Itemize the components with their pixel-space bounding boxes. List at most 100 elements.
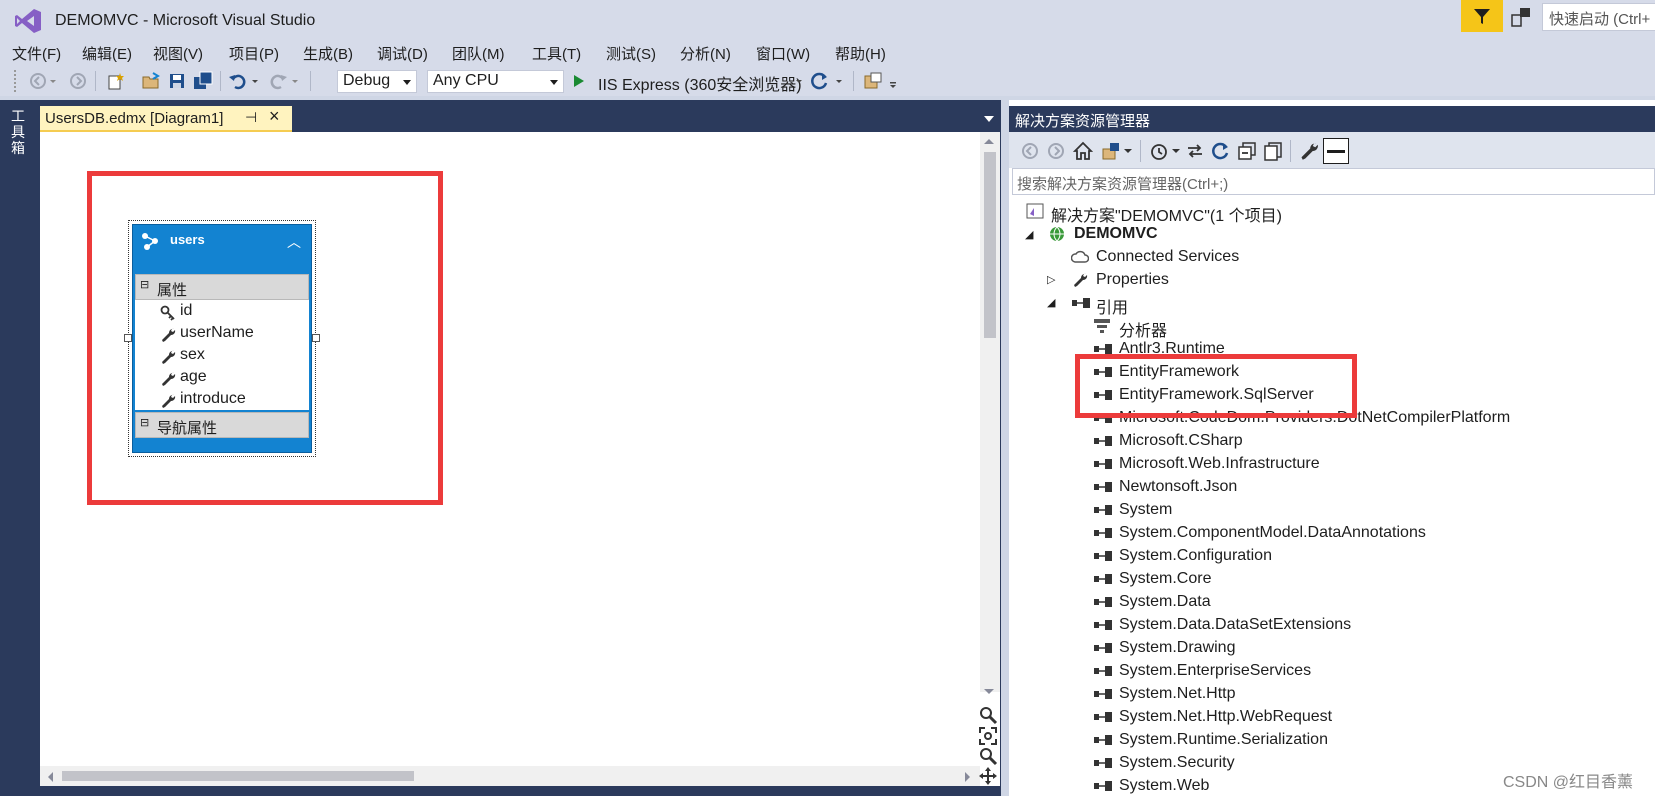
expanded-arrow-icon[interactable]: ◢ <box>1025 228 1033 241</box>
property-username[interactable]: userName <box>180 324 254 342</box>
refresh-browser-icon[interactable] <box>810 71 830 91</box>
preview-selected-items-button[interactable] <box>1323 138 1349 164</box>
sync-with-document-icon[interactable] <box>1185 141 1205 161</box>
start-debugging-icon[interactable] <box>572 71 586 91</box>
collapse-icon[interactable]: ⊟ <box>140 278 149 291</box>
toolbar-overflow-icon[interactable] <box>888 71 898 91</box>
menu-project[interactable]: 项目(P) <box>229 43 279 64</box>
menu-debug[interactable]: 调试(D) <box>377 43 428 64</box>
solution-explorer-search-input[interactable]: 搜索解决方案资源管理器(Ctrl+;) <box>1012 168 1655 195</box>
scroll-up-icon[interactable] <box>983 137 995 145</box>
scroll-down-icon[interactable] <box>983 688 995 696</box>
switch-views-icon[interactable] <box>1101 141 1121 161</box>
pin-icon[interactable]: ⊣ <box>245 109 257 126</box>
property-id[interactable]: id <box>180 302 192 320</box>
navigate-forward-icon[interactable] <box>68 71 88 91</box>
solution-platform-select[interactable]: Any CPU <box>427 70 564 93</box>
chevron-down-icon[interactable] <box>250 71 260 91</box>
find-in-files-icon[interactable] <box>863 71 883 91</box>
scroll-right-icon[interactable] <box>964 771 972 783</box>
collapse-icon[interactable]: ⊟ <box>140 416 149 429</box>
tree-item-solution[interactable]: 解决方案"DEMOMVC"(1 个项目) <box>1051 202 1282 226</box>
tree-item-reference[interactable]: System.Runtime.Serialization <box>1119 731 1328 749</box>
tree-item-reference[interactable]: System.Security <box>1119 754 1235 772</box>
tree-item-reference[interactable]: System <box>1119 501 1172 519</box>
expanded-arrow-icon[interactable]: ◢ <box>1047 296 1055 309</box>
tree-item-connected-services[interactable]: Connected Services <box>1096 248 1239 266</box>
feedback-icon[interactable] <box>1510 6 1532 28</box>
menu-tools[interactable]: 工具(T) <box>532 43 581 64</box>
tree-item-reference[interactable]: System.EnterpriseServices <box>1119 662 1311 680</box>
property-age[interactable]: age <box>180 368 207 386</box>
resize-handle-left[interactable] <box>124 334 132 342</box>
chevron-down-icon[interactable] <box>1171 146 1181 156</box>
menu-view[interactable]: 视图(V) <box>153 43 203 64</box>
menu-test[interactable]: 测试(S) <box>606 43 656 64</box>
open-file-icon[interactable] <box>141 71 161 91</box>
tree-item-analyzers[interactable]: 分析器 <box>1119 317 1167 341</box>
tree-item-reference[interactable]: System.Data <box>1119 593 1211 611</box>
tab-dropdown-icon[interactable] <box>984 116 994 122</box>
menu-help[interactable]: 帮助(H) <box>835 43 886 64</box>
tree-item-reference[interactable]: System.Net.Http.WebRequest <box>1119 708 1332 726</box>
menu-window[interactable]: 窗口(W) <box>756 43 810 64</box>
tree-item-reference[interactable]: Microsoft.CSharp <box>1119 432 1243 450</box>
show-all-files-icon[interactable] <box>1263 141 1283 161</box>
properties-wrench-icon[interactable] <box>1299 141 1319 161</box>
collapse-all-icon[interactable] <box>1237 141 1257 161</box>
toolbox-tab[interactable]: 工具箱 <box>11 108 27 156</box>
new-project-icon[interactable] <box>106 71 126 91</box>
tree-item-reference[interactable]: System.Web <box>1119 777 1209 795</box>
tree-item-reference[interactable]: System.Net.Http <box>1119 685 1235 703</box>
collapsed-arrow-icon[interactable]: ▷ <box>1047 273 1055 286</box>
refresh-icon[interactable] <box>1211 141 1231 161</box>
chevron-down-icon[interactable] <box>48 71 58 91</box>
property-introduce[interactable]: introduce <box>180 390 246 408</box>
navigation-properties-section[interactable]: ⊟ 导航属性 <box>135 412 309 438</box>
zoom-to-fit-icon[interactable] <box>978 726 998 746</box>
tree-item-reference[interactable]: System.Configuration <box>1119 547 1272 565</box>
redo-icon[interactable] <box>268 71 288 91</box>
home-icon[interactable] <box>1073 141 1093 161</box>
tree-item-project[interactable]: DEMOMVC <box>1074 225 1158 243</box>
vertical-scrollbar-thumb[interactable] <box>984 152 996 338</box>
tree-item-reference[interactable]: System.Core <box>1119 570 1211 588</box>
pan-icon[interactable] <box>978 766 998 786</box>
zoom-out-icon[interactable] <box>978 746 998 766</box>
navigate-forward-icon[interactable] <box>1047 142 1065 160</box>
chevron-down-icon[interactable] <box>290 71 300 91</box>
menu-edit[interactable]: 编辑(E) <box>82 43 132 64</box>
save-all-icon[interactable] <box>193 71 213 91</box>
menu-team[interactable]: 团队(M) <box>452 43 505 64</box>
resize-handle-right[interactable] <box>312 334 320 342</box>
tree-item-reference[interactable]: Newtonsoft.Json <box>1119 478 1237 496</box>
toolbar-grip[interactable] <box>14 70 18 92</box>
chevron-down-icon[interactable] <box>1123 146 1133 156</box>
zoom-in-icon[interactable] <box>978 705 998 725</box>
tab-usersdb-edmx[interactable]: UsersDB.edmx [Diagram1] ⊣ × <box>40 106 292 132</box>
properties-section[interactable]: ⊟ 属性 <box>135 274 309 300</box>
property-sex[interactable]: sex <box>180 346 205 364</box>
tree-item-reference[interactable]: System.ComponentModel.DataAnnotations <box>1119 524 1426 542</box>
scroll-left-icon[interactable] <box>46 771 54 783</box>
tree-item-reference[interactable]: System.Data.DataSetExtensions <box>1119 616 1351 634</box>
save-icon[interactable] <box>167 71 187 91</box>
horizontal-scrollbar-thumb[interactable] <box>62 771 414 781</box>
collapse-icon[interactable]: ︿ <box>287 232 301 252</box>
undo-icon[interactable] <box>228 71 248 91</box>
solution-config-select[interactable]: Debug <box>337 70 417 93</box>
start-debugging-button[interactable]: IIS Express (360安全浏览器) <box>598 71 802 95</box>
menu-build[interactable]: 生成(B) <box>303 43 353 64</box>
chevron-down-icon[interactable] <box>834 71 844 91</box>
tree-item-properties[interactable]: Properties <box>1096 271 1169 289</box>
tree-item-references[interactable]: 引用 <box>1096 294 1128 318</box>
navigate-back-icon[interactable] <box>28 71 48 91</box>
chevron-down-icon[interactable] <box>794 71 804 91</box>
notifications-button[interactable] <box>1461 0 1503 32</box>
menu-file[interactable]: 文件(F) <box>12 43 61 64</box>
tree-item-reference[interactable]: Microsoft.Web.Infrastructure <box>1119 455 1320 473</box>
quick-launch-input[interactable]: 快速启动 (Ctrl+ <box>1542 3 1655 31</box>
tree-item-reference[interactable]: System.Drawing <box>1119 639 1235 657</box>
pending-changes-filter-icon[interactable] <box>1149 141 1169 161</box>
navigate-back-icon[interactable] <box>1021 142 1039 160</box>
